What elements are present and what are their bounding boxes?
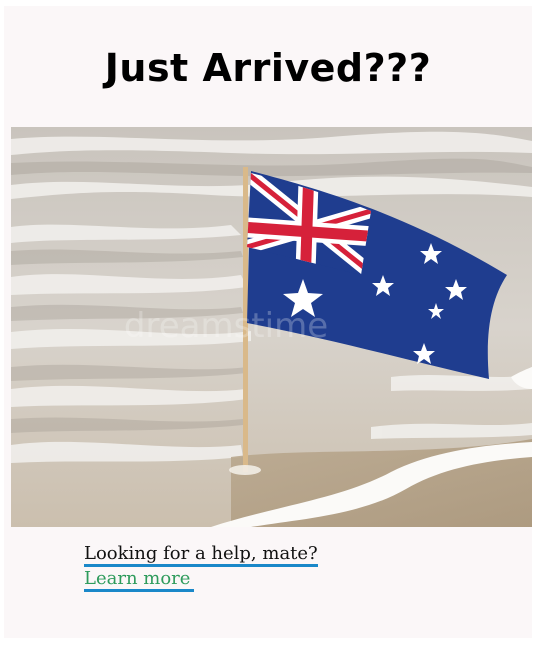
help-question-text[interactable]: Looking for a help, mate?: [84, 544, 318, 567]
hero-image: dreamstime: [11, 127, 532, 527]
page-title: Just Arrived???: [104, 46, 432, 90]
help-links: Looking for a help, mate? Learn more: [84, 542, 318, 592]
image-watermark: dreamstime: [124, 306, 328, 346]
learn-more-link[interactable]: Learn more: [84, 569, 195, 592]
promo-card: Just Arrived??? dreamstime Looking for a…: [4, 6, 532, 638]
flag-on-beach-image: dreamstime: [11, 127, 532, 527]
